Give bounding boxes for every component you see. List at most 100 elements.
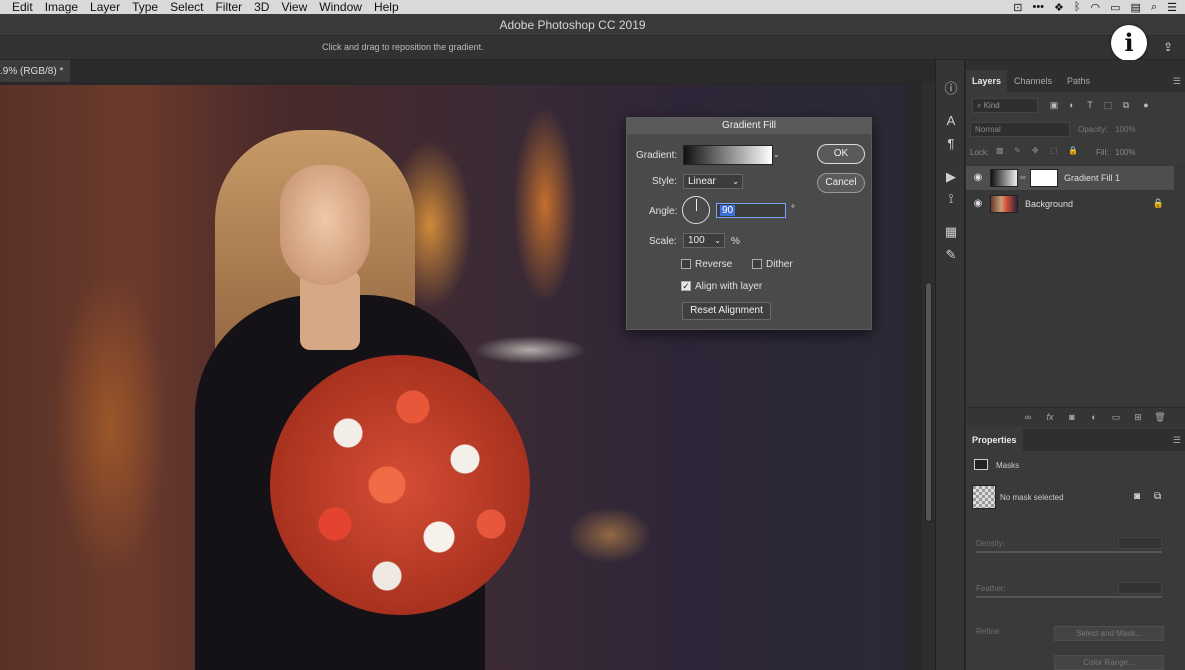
pixel-mask-icon[interactable]: ◙	[1134, 491, 1140, 502]
vector-mask-icon[interactable]: ⧉	[1154, 491, 1161, 502]
chain-link-icon[interactable]: ∞	[1020, 173, 1026, 182]
battery-icon[interactable]: ▭	[1110, 1, 1120, 14]
scale-value: 100	[688, 235, 705, 246]
link-layers-icon[interactable]: ∞	[1022, 412, 1034, 422]
blend-mode-select[interactable]: Normal	[970, 122, 1070, 137]
fx-icon[interactable]: fx	[1044, 412, 1056, 422]
gradient-layer-thumbnail	[990, 169, 1018, 187]
lock-brush-icon[interactable]: ✎	[1014, 146, 1021, 155]
menu-help[interactable]: Help	[368, 0, 405, 14]
tab-channels[interactable]: Channels	[1008, 70, 1058, 92]
menu-edit[interactable]: Edit	[0, 0, 39, 14]
list-icon[interactable]: ☰	[1167, 1, 1177, 14]
pixel-filter-icon[interactable]: ▣	[1048, 99, 1060, 111]
new-group-icon[interactable]: ▭	[1110, 412, 1122, 423]
lock-all-icon[interactable]: 🔒	[1068, 146, 1078, 155]
document-tabs: .9% (RGB/8) *	[0, 60, 935, 82]
swatches-grid-icon[interactable]: ▦	[942, 223, 960, 241]
ok-button[interactable]: OK	[817, 144, 865, 164]
feather-field[interactable]	[1118, 582, 1162, 594]
filter-toggle-icon[interactable]: ●	[1140, 99, 1152, 111]
density-field[interactable]	[1118, 537, 1162, 549]
panel-collapse-bar[interactable]	[966, 60, 1185, 70]
info-panel-icon[interactable]: ⓘ	[942, 80, 960, 98]
angle-dial-icon[interactable]	[682, 196, 710, 224]
paragraph-panel-icon[interactable]: ¶	[942, 135, 960, 153]
scale-select[interactable]: 100 ⌄	[683, 233, 725, 248]
history-brush-icon[interactable]: ⟟	[942, 190, 960, 208]
shape-filter-icon[interactable]: ⬚	[1102, 99, 1114, 111]
tab-paths[interactable]: Paths	[1061, 70, 1096, 92]
more-icon[interactable]: •••	[1032, 1, 1044, 13]
reverse-checkbox[interactable]	[681, 259, 691, 269]
document-tab[interactable]: .9% (RGB/8) *	[0, 60, 70, 82]
kind-filter-select[interactable]: ⌕ Kind	[972, 98, 1038, 113]
menu-image[interactable]: Image	[39, 0, 84, 14]
layer-row-background[interactable]: ◉ Background 🔒	[966, 192, 1174, 216]
chevron-down-icon[interactable]: ⌄	[773, 145, 782, 165]
menu-type[interactable]: Type	[126, 0, 164, 14]
dither-checkbox[interactable]	[752, 259, 762, 269]
mac-menubar: Edit Image Layer Type Select Filter 3D V…	[0, 0, 1185, 14]
scrollbar-thumb[interactable]	[925, 282, 932, 522]
wifi-icon[interactable]: ◠	[1091, 1, 1101, 14]
reset-alignment-button[interactable]: Reset Alignment	[682, 302, 771, 320]
screen-record-icon[interactable]: ⊡	[1013, 1, 1022, 14]
add-mask-icon[interactable]: ◙	[1066, 412, 1078, 422]
panel-menu-icon[interactable]: ☰	[1173, 76, 1181, 87]
kind-placeholder: Kind	[983, 101, 1000, 110]
canvas-vertical-scrollbar[interactable]	[922, 82, 935, 670]
brush-settings-icon[interactable]: ✎	[942, 246, 960, 264]
align-with-layer-checkbox[interactable]: ✓	[681, 281, 691, 291]
visibility-eye-icon[interactable]: ◉	[972, 198, 984, 210]
menu-view[interactable]: View	[275, 0, 313, 14]
adjustment-layer-icon[interactable]: ◐	[1088, 412, 1100, 422]
lock-transparent-icon[interactable]: ▩	[996, 146, 1004, 155]
tab-layers[interactable]: Layers	[966, 70, 1008, 92]
menu-3d[interactable]: 3D	[248, 0, 275, 14]
menu-layer[interactable]: Layer	[84, 0, 126, 14]
background-thumbnail	[990, 195, 1018, 213]
tab-properties[interactable]: Properties	[966, 429, 1023, 451]
style-select[interactable]: Linear ⌄	[683, 174, 743, 189]
bluetooth-icon[interactable]: ᛒ	[1074, 1, 1081, 13]
lock-artboard-icon[interactable]: ⬚	[1050, 146, 1058, 155]
menu-filter[interactable]: Filter	[209, 0, 248, 14]
angle-unit: °	[791, 204, 795, 215]
layer-mask-thumbnail[interactable]	[1030, 169, 1058, 187]
menu-window[interactable]: Window	[313, 0, 368, 14]
new-layer-icon[interactable]: ⊞	[1132, 412, 1144, 423]
panel-menu-icon[interactable]: ☰	[1173, 435, 1181, 446]
chevron-down-icon: ⌄	[714, 236, 721, 245]
lock-move-icon[interactable]: ✥	[1032, 146, 1039, 155]
density-slider[interactable]	[976, 551, 1162, 553]
feather-slider[interactable]	[976, 596, 1162, 598]
opacity-value[interactable]: 100%	[1115, 125, 1135, 134]
cancel-button[interactable]: Cancel	[817, 173, 865, 193]
info-icon[interactable]: i	[1111, 25, 1147, 61]
select-and-mask-button[interactable]: Select and Mask...	[1054, 626, 1164, 641]
layer-row-gradient-fill[interactable]: ◉ ∞ Gradient Fill 1	[966, 166, 1174, 190]
gradient-swatch[interactable]	[683, 145, 773, 165]
character-panel-icon[interactable]: A	[942, 112, 960, 130]
blend-opacity-row: Normal Opacity: 100%	[970, 122, 1181, 138]
adjustment-filter-icon[interactable]: ◐	[1066, 99, 1078, 111]
search-icon[interactable]: ⌕	[1151, 1, 1157, 14]
type-filter-icon[interactable]: T	[1084, 99, 1096, 111]
actions-play-icon[interactable]: ▶	[942, 168, 960, 186]
menu-select[interactable]: Select	[164, 0, 209, 14]
fill-value[interactable]: 100%	[1115, 148, 1135, 157]
visibility-eye-icon[interactable]: ◉	[972, 172, 984, 184]
color-range-button[interactable]: Color Range...	[1054, 655, 1164, 670]
trash-icon[interactable]: 🗑	[1154, 412, 1166, 423]
dither-label: Dither	[766, 259, 793, 270]
angle-input[interactable]: 90	[716, 203, 786, 218]
lock-fill-row: Lock: ▩ ✎ ✥ ⬚ 🔒 Fill: 100%	[970, 145, 1181, 161]
smart-object-filter-icon[interactable]: ⧉	[1120, 99, 1132, 111]
angle-label: Angle:	[649, 206, 678, 217]
layer-filter-row: ⌕ Kind ▣ ◐ T ⬚ ⧉ ●	[970, 98, 1181, 114]
clipboard-icon[interactable]: ▤	[1131, 1, 1141, 14]
share-icon[interactable]: ⇪	[1163, 40, 1177, 54]
chevron-down-icon: ⌄	[732, 177, 739, 186]
dropbox-icon[interactable]: ❖	[1054, 1, 1064, 14]
